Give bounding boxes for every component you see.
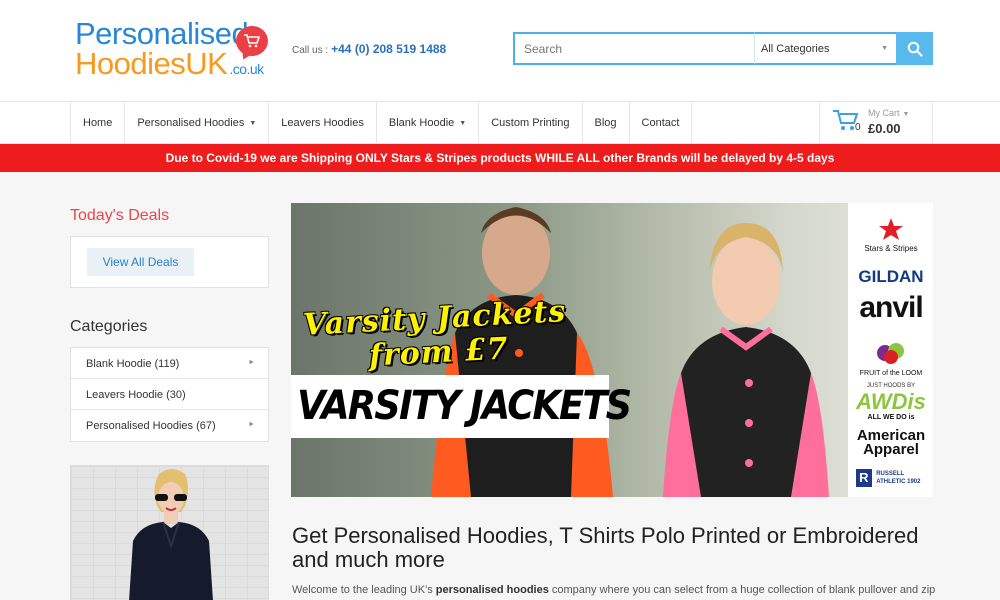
brand-anvil: anvil bbox=[859, 291, 923, 324]
category-list: Blank Hoodie (119) ► Leavers Hoodie (30) … bbox=[70, 347, 269, 442]
call-label: Call us : bbox=[292, 45, 329, 56]
mini-cart[interactable]: 0 My Cart ▼ £0.00 bbox=[819, 102, 933, 144]
site-header: Personalised HoodiesUK .co.uk Call us : +4… bbox=[0, 0, 1000, 102]
brand-label: FRUIT of the LOOM bbox=[859, 370, 923, 377]
logo-domain: .co.uk bbox=[229, 61, 264, 77]
cart-count: 0 bbox=[855, 122, 861, 133]
category-select[interactable]: All Categories ▼ bbox=[755, 32, 896, 65]
intro-bold: personalised hoodies bbox=[435, 584, 549, 596]
categories-title: Categories bbox=[70, 318, 148, 335]
logo-line2: HoodiesUK .co.uk bbox=[75, 48, 264, 85]
nav-item-blank-hoodie[interactable]: Blank Hoodie ▼ bbox=[377, 102, 480, 144]
search-bar: All Categories ▼ bbox=[513, 32, 933, 65]
category-label: Personalised Hoodies (67) bbox=[86, 420, 216, 432]
covid-notice-banner: Due to Covid-19 we are Shipping ONLY Sta… bbox=[0, 144, 1000, 172]
category-item-leavers-hoodie[interactable]: Leavers Hoodie (30) bbox=[71, 379, 268, 410]
brand-awdis: AWDis bbox=[856, 389, 926, 414]
search-icon bbox=[907, 41, 923, 57]
search-input[interactable] bbox=[513, 32, 755, 65]
category-label: Blank Hoodie (119) bbox=[86, 358, 180, 370]
brand-logos-panel: Stars & Stripes GILDAN anvil FRUIT of th… bbox=[847, 203, 933, 497]
brand-gildan: GILDAN bbox=[858, 267, 924, 286]
star-icon bbox=[879, 218, 903, 240]
chevron-down-icon: ▼ bbox=[902, 111, 910, 118]
nav-item-label: Leavers Hoodies bbox=[281, 117, 364, 129]
promo-image-model[interactable] bbox=[70, 465, 269, 600]
fruit-icon bbox=[877, 343, 904, 364]
hero-headline-box: VARSITY JACKETS bbox=[291, 375, 632, 438]
hero-headline: VARSITY JACKETS bbox=[297, 383, 632, 429]
call-us: Call us : +44 (0) 208 519 1488 bbox=[292, 42, 446, 56]
intro-end: company where you can select from a huge… bbox=[548, 584, 936, 596]
brand-label: RUSSELL ATHLETIC 1902 bbox=[876, 471, 921, 485]
chevron-right-icon: ► bbox=[248, 421, 255, 428]
model-figure bbox=[129, 469, 213, 600]
view-all-deals-button[interactable]: View All Deals bbox=[87, 248, 194, 276]
nav-item-label: Home bbox=[83, 117, 113, 129]
logo-brand: HoodiesUK bbox=[75, 46, 228, 81]
chevron-down-icon: ▼ bbox=[881, 45, 888, 52]
brand-all-we-do: ALL WE DO is bbox=[867, 414, 915, 421]
cart-amount: £0.00 bbox=[868, 121, 901, 136]
nav-menu: Home Personalised Hoodies ▼ Leavers Hoodi… bbox=[70, 102, 693, 144]
hero-banner[interactable]: Varsity Jackets from £7 VARSITY JACKETS … bbox=[291, 203, 933, 497]
brand-fruit-of-the-loom: FRUIT of the LOOM bbox=[852, 339, 930, 377]
chevron-down-icon: ▼ bbox=[459, 119, 467, 127]
intro-start: Welcome to the leading UK's bbox=[292, 584, 436, 596]
page-heading: Get Personalised Hoodies, T Shirts Polo … bbox=[292, 523, 919, 572]
nav-item-contact[interactable]: Contact bbox=[630, 102, 693, 144]
brand-russell: R RUSSELL ATHLETIC 1902 bbox=[852, 469, 930, 487]
search-button[interactable] bbox=[896, 32, 933, 65]
intro-text: Welcome to the leading UK's personalised… bbox=[292, 584, 936, 596]
chevron-down-icon: ▼ bbox=[249, 119, 257, 127]
category-item-blank-hoodie[interactable]: Blank Hoodie (119) ► bbox=[71, 348, 268, 379]
nav-item-label: Blank Hoodie bbox=[388, 117, 455, 129]
todays-deals-title: Today's Deals bbox=[70, 207, 170, 224]
category-item-personalised-hoodies[interactable]: Personalised Hoodies (67) ► bbox=[71, 410, 268, 441]
cart-label: My Cart bbox=[868, 108, 900, 118]
deals-box: View All Deals bbox=[70, 236, 269, 288]
hero-tagline-line2: from £7 bbox=[368, 331, 510, 374]
cart-label-row: My Cart ▼ bbox=[868, 108, 909, 118]
nav-item-blog[interactable]: Blog bbox=[583, 102, 630, 144]
nav-item-leavers-hoodies[interactable]: Leavers Hoodies bbox=[269, 102, 377, 144]
nav-item-home[interactable]: Home bbox=[71, 102, 126, 144]
brand-american-apparel: American Apparel bbox=[856, 427, 926, 458]
main-nav: Home Personalised Hoodies ▼ Leavers Hoodi… bbox=[0, 102, 1000, 144]
nav-item-label: Blog bbox=[594, 117, 617, 129]
nav-item-personalised-hoodies[interactable]: Personalised Hoodies ▼ bbox=[125, 102, 270, 144]
phone-number[interactable]: +44 (0) 208 519 1488 bbox=[331, 42, 446, 56]
nav-item-label: Custom Printing bbox=[491, 117, 570, 129]
nav-item-label: Personalised Hoodies bbox=[137, 117, 245, 129]
brand-stars-stripes: Stars & Stripes bbox=[852, 217, 930, 253]
category-select-value: All Categories bbox=[761, 43, 830, 55]
site-logo[interactable]: Personalised HoodiesUK .co.uk bbox=[75, 18, 275, 80]
category-label: Leavers Hoodie (30) bbox=[86, 389, 186, 401]
shopping-cart-logo-icon bbox=[236, 26, 268, 56]
nav-item-label: Contact bbox=[641, 117, 680, 129]
russell-r-icon: R bbox=[855, 469, 872, 487]
chevron-right-icon: ► bbox=[248, 359, 255, 366]
nav-item-custom-printing[interactable]: Custom Printing bbox=[479, 102, 583, 144]
brand-label: Stars & Stripes bbox=[864, 244, 918, 253]
